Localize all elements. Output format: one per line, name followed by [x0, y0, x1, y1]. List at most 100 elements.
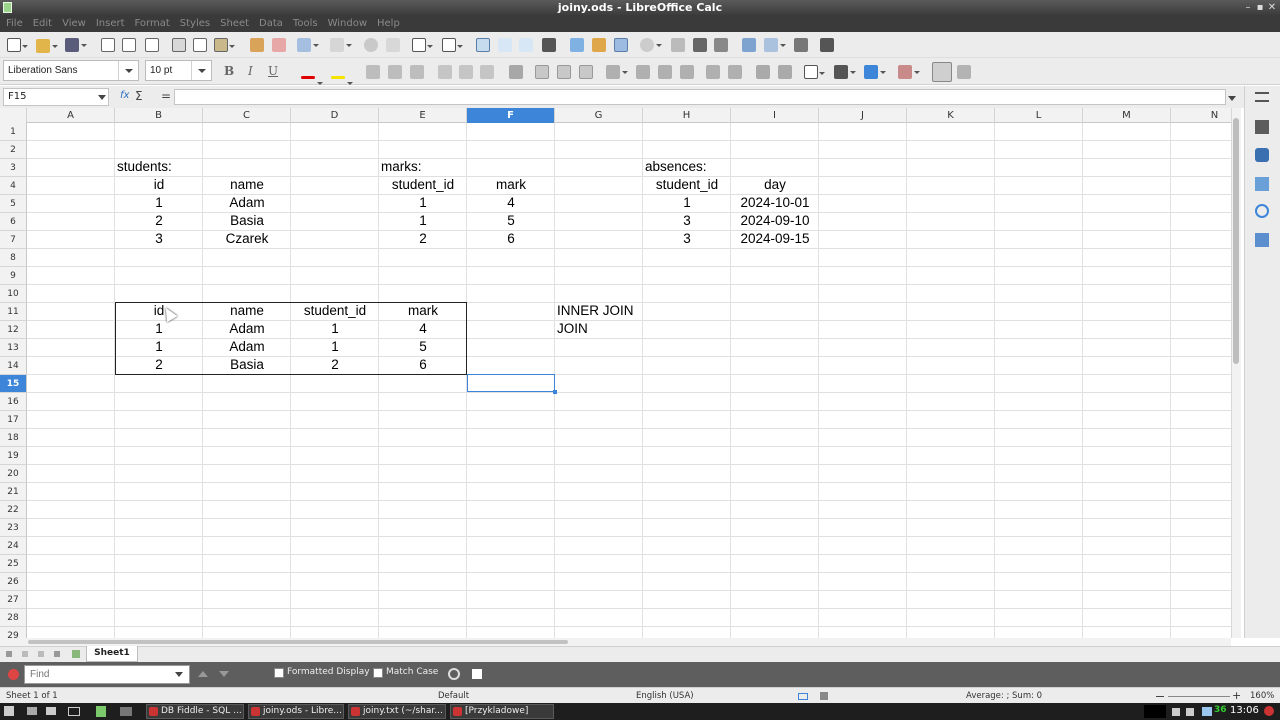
- window-launcher-icon[interactable]: [120, 707, 132, 716]
- insert-chart-icon[interactable]: [592, 38, 606, 52]
- zoom-in-icon[interactable]: +: [1232, 689, 1241, 702]
- taskbar-item-folder[interactable]: [Przykladowe]: [450, 704, 554, 719]
- sheet-tab-sheet1[interactable]: Sheet1: [86, 646, 138, 662]
- formatted-display-checkbox[interactable]: [274, 668, 284, 678]
- special-character-icon[interactable]: [640, 38, 662, 52]
- cell-i6[interactable]: 2024-09-10: [731, 212, 819, 230]
- cell-h3[interactable]: absences:: [645, 158, 707, 176]
- row-header-16[interactable]: 16: [0, 393, 27, 411]
- row-header-26[interactable]: 26: [0, 573, 27, 591]
- hyperlink-icon[interactable]: [671, 38, 685, 52]
- spelling-icon[interactable]: [386, 38, 400, 52]
- merge-center-icon[interactable]: [535, 65, 549, 79]
- show-desktop-icon[interactable]: [27, 707, 37, 715]
- col-header-g[interactable]: G: [555, 108, 643, 123]
- cell-b5[interactable]: 1: [115, 194, 203, 212]
- zoom-slider[interactable]: [1168, 696, 1230, 697]
- cell-c5[interactable]: Adam: [203, 194, 291, 212]
- autofilter-icon[interactable]: [542, 38, 556, 52]
- functions-icon[interactable]: [1255, 233, 1269, 247]
- zoom-level[interactable]: 160%: [1250, 691, 1274, 701]
- highlight-color-icon[interactable]: [331, 76, 353, 85]
- bold-button[interactable]: B: [224, 64, 234, 78]
- cell-i4[interactable]: day: [731, 176, 819, 194]
- headers-footers-icon[interactable]: [714, 38, 728, 52]
- percent-format-icon[interactable]: [636, 65, 650, 79]
- unmerge-cells-icon[interactable]: [579, 65, 593, 79]
- find-options-icon[interactable]: [472, 669, 482, 679]
- cell-h6[interactable]: 3: [643, 212, 731, 230]
- cell-b14[interactable]: 2: [115, 356, 203, 374]
- col-header-c[interactable]: C: [203, 108, 291, 123]
- expand-formula-icon[interactable]: [1228, 96, 1236, 101]
- split-window-icon[interactable]: [794, 38, 808, 52]
- number-format-icon[interactable]: [658, 65, 672, 79]
- cell-e13[interactable]: 5: [379, 338, 467, 356]
- first-sheet-icon[interactable]: [6, 651, 12, 657]
- find-replace-dialog-icon[interactable]: [448, 668, 460, 680]
- cell-f7[interactable]: 6: [467, 230, 555, 248]
- cell-c12[interactable]: Adam: [203, 320, 291, 338]
- prev-sheet-icon[interactable]: [22, 651, 28, 657]
- cell-b3[interactable]: students:: [117, 158, 172, 176]
- merge-cells-icon[interactable]: [557, 65, 571, 79]
- print-icon[interactable]: [122, 38, 136, 52]
- clone-formatting-icon[interactable]: [250, 38, 264, 52]
- col-header-e[interactable]: E: [379, 108, 467, 123]
- terminal-icon[interactable]: [68, 707, 80, 716]
- menu-sheet[interactable]: Sheet: [216, 15, 255, 32]
- row-header-18[interactable]: 18: [0, 429, 27, 447]
- close-window-button[interactable]: ✕: [1266, 0, 1278, 15]
- row-header-1[interactable]: 1: [0, 123, 27, 141]
- date-format-icon[interactable]: [680, 65, 694, 79]
- formula-equals-icon[interactable]: =: [161, 89, 171, 103]
- add-decimal-icon[interactable]: [706, 65, 720, 79]
- menu-styles[interactable]: Styles: [176, 15, 216, 32]
- horizontal-scroll-thumb[interactable]: [28, 640, 568, 644]
- file-manager-icon[interactable]: [46, 707, 56, 715]
- border-color-icon[interactable]: [864, 65, 886, 79]
- cell-e11[interactable]: mark: [379, 302, 467, 320]
- cell-e3[interactable]: marks:: [381, 158, 422, 176]
- volume-icon[interactable]: [1186, 708, 1194, 716]
- col-header-i[interactable]: I: [731, 108, 819, 123]
- cell-b12[interactable]: 1: [115, 320, 203, 338]
- navigator-icon[interactable]: [1255, 204, 1269, 218]
- row-header-28[interactable]: 28: [0, 609, 27, 627]
- cell-c13[interactable]: Adam: [203, 338, 291, 356]
- find-input[interactable]: [24, 665, 190, 684]
- cell-h7[interactable]: 3: [643, 230, 731, 248]
- add-sheet-icon[interactable]: [72, 650, 80, 658]
- cell-c11[interactable]: name: [203, 302, 291, 320]
- find-next-icon[interactable]: [219, 671, 229, 677]
- cell-e7[interactable]: 2: [379, 230, 467, 248]
- row-header-10[interactable]: 10: [0, 285, 27, 303]
- col-header-f[interactable]: F: [467, 108, 555, 123]
- menu-view[interactable]: View: [58, 15, 92, 32]
- cell-d12[interactable]: 1: [291, 320, 379, 338]
- chevron-down-icon[interactable]: [118, 61, 138, 80]
- text-language[interactable]: English (USA): [636, 691, 694, 701]
- col-header-k[interactable]: K: [907, 108, 995, 123]
- menu-insert[interactable]: Insert: [92, 15, 131, 32]
- open-folder-icon[interactable]: [36, 39, 58, 53]
- row-header-29[interactable]: 29: [0, 627, 27, 638]
- align-bottom-icon[interactable]: [480, 65, 494, 79]
- last-sheet-icon[interactable]: [54, 651, 60, 657]
- menu-format[interactable]: Format: [131, 15, 176, 32]
- row-icon[interactable]: [412, 38, 433, 52]
- column-icon[interactable]: [442, 38, 463, 52]
- menu-tools[interactable]: Tools: [289, 15, 324, 32]
- conditional-format-icon[interactable]: [898, 65, 920, 79]
- borders-icon[interactable]: [804, 65, 825, 79]
- cell-c7[interactable]: Czarek: [203, 230, 291, 248]
- cell-e6[interactable]: 1: [379, 212, 467, 230]
- cell-e4[interactable]: student_id: [379, 176, 467, 194]
- row-header-14[interactable]: 14: [0, 357, 27, 375]
- gallery-icon[interactable]: [1255, 177, 1269, 191]
- align-middle-icon[interactable]: [459, 65, 473, 79]
- spreadsheet-grid[interactable]: A B C D E F G H I J K L M N 1 2 3 4 5 6 7 8 9 10 1…: [0, 108, 1231, 638]
- row-header-23[interactable]: 23: [0, 519, 27, 537]
- cell-b7[interactable]: 3: [115, 230, 203, 248]
- cell-b6[interactable]: 2: [115, 212, 203, 230]
